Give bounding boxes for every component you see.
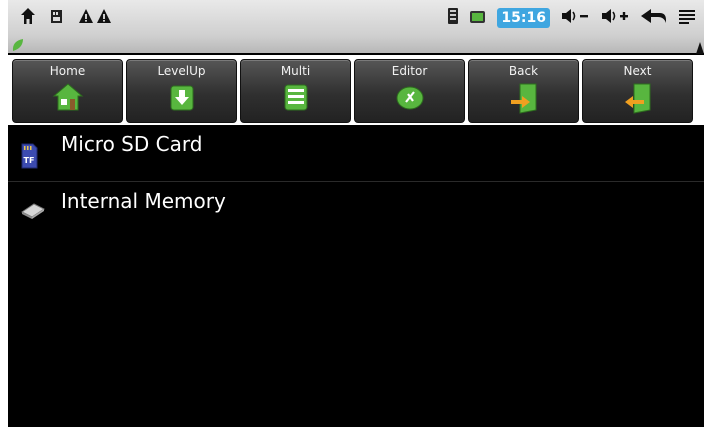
multi-select-icon [280,82,312,116]
status-bar-right: 15:16 [447,8,696,28]
status-bar: 15:16 [8,0,704,37]
internal-memory-icon [20,200,46,224]
menu-icon[interactable] [678,8,696,28]
levelup-icon [166,82,198,116]
volume-down-icon[interactable] [560,8,590,28]
list-item-label: Internal Memory [61,189,226,213]
toolbar: Home LevelUp Multi Editor Back Next [8,55,704,125]
back-button-label: Back [508,64,539,78]
next-button-label: Next [623,64,652,78]
back-door-icon [508,82,540,118]
leaf-icon [12,37,24,56]
back-button[interactable]: Back [468,59,579,123]
list-item-micro-sd[interactable]: TF Micro SD Card [8,125,704,182]
levelup-button-label: LevelUp [157,64,206,78]
list-item-internal-memory[interactable]: Internal Memory [8,182,704,238]
home-button-label: Home [49,64,86,78]
wifi-icon [447,7,459,29]
multi-button-label: Multi [280,64,311,78]
editor-button[interactable]: Editor [354,59,465,123]
next-door-icon [622,82,654,118]
notification-strip [8,36,704,56]
sd-notification-icon [50,8,64,28]
battery-icon [469,9,487,28]
warning-icon [78,8,114,28]
clock: 15:16 [497,8,550,28]
editor-icon [394,82,426,116]
screen: 15:16 Home LevelUp Multi Editor Back Nex… [8,0,704,427]
home-folder-icon [52,82,84,116]
status-bar-left [20,8,114,28]
sd-card-icon: TF [20,143,38,173]
back-arrow-icon[interactable] [640,8,668,28]
editor-button-label: Editor [391,64,428,78]
volume-up-icon[interactable] [600,8,630,28]
home-button[interactable]: Home [12,59,123,123]
storage-list: TF Micro SD Card Internal Memory [8,125,704,238]
next-button[interactable]: Next [582,59,693,123]
home-icon[interactable] [20,7,36,29]
multi-button[interactable]: Multi [240,59,351,123]
levelup-button[interactable]: LevelUp [126,59,237,123]
list-item-label: Micro SD Card [61,132,203,156]
svg-text:TF: TF [24,156,35,165]
